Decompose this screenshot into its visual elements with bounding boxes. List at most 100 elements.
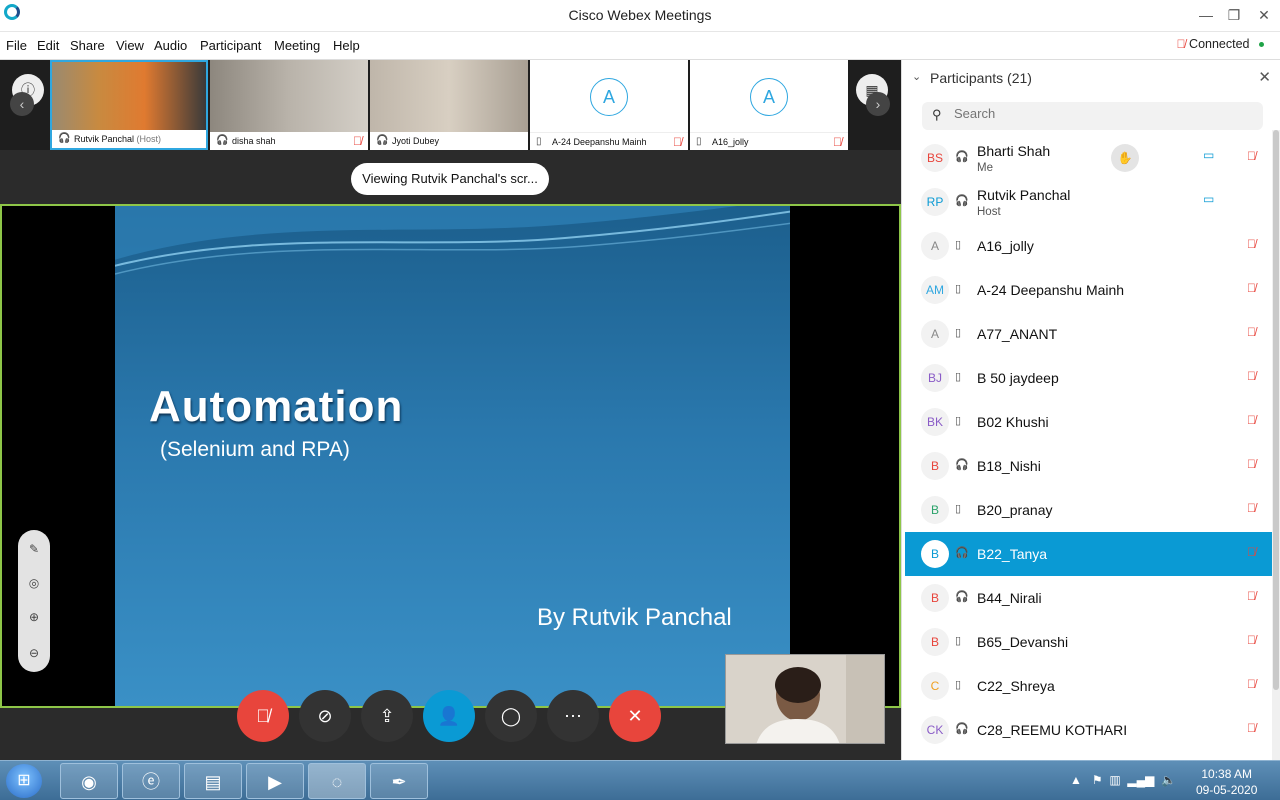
- participant-scrollbar[interactable]: [1272, 130, 1280, 760]
- action-center-icon[interactable]: ⚑: [1092, 773, 1103, 787]
- mic-muted-icon[interactable]: 🎙̸: [1247, 237, 1256, 251]
- participant-row[interactable]: A ▯ A16_jolly 🎙̸: [905, 224, 1273, 268]
- video-thumbnail-strip: ⓘ ‹ 🎧 Rutvik Panchal (Host) 🎧 disha shah…: [0, 60, 901, 150]
- mic-muted-icon[interactable]: 🎙̸: [1247, 369, 1256, 383]
- annotate-pen-icon[interactable]: ✎: [18, 542, 50, 556]
- menu-audio[interactable]: Audio: [154, 38, 187, 53]
- collapse-chevron-icon[interactable]: ⌄: [912, 70, 921, 83]
- search-input[interactable]: [954, 106, 1234, 121]
- participant-avatar: BK: [921, 408, 949, 436]
- more-icon: ⋯: [564, 706, 582, 726]
- mic-muted-icon[interactable]: 🎙̸: [1247, 281, 1256, 295]
- slide-byline: By Rutvik Panchal: [537, 604, 732, 631]
- chat-button[interactable]: ◯: [485, 690, 537, 742]
- meeting-stage: ⓘ ‹ 🎧 Rutvik Panchal (Host) 🎧 disha shah…: [0, 60, 901, 760]
- mute-button[interactable]: 🎙̸: [237, 690, 289, 742]
- remote-control-icon[interactable]: ◎: [18, 576, 50, 590]
- participant-avatar: RP: [921, 188, 949, 216]
- zoom-out-icon[interactable]: ⊖: [18, 646, 50, 660]
- participant-row[interactable]: RP 🎧 Rutvik Panchal Host ▭: [905, 180, 1273, 224]
- menu-share[interactable]: Share: [70, 38, 105, 53]
- ie-taskbar-icon[interactable]: ⓔ: [122, 763, 180, 799]
- participant-row[interactable]: BK ▯ B02 Khushi 🎙̸: [905, 400, 1273, 444]
- video-thumbnail[interactable]: A ▯ A16_jolly 🎙̸: [690, 60, 848, 150]
- participant-avatar: A: [921, 232, 949, 260]
- viewing-share-pill[interactable]: Viewing Rutvik Panchal's scr...: [351, 163, 549, 195]
- participant-row[interactable]: B ▯ B20_pranay 🎙̸: [905, 488, 1273, 532]
- thumbnail-label: 🎧 Jyoti Dubey: [370, 132, 528, 150]
- show-hidden-icons-icon[interactable]: ▲: [1070, 773, 1082, 787]
- mic-muted-icon[interactable]: 🎙̸: [1247, 545, 1256, 559]
- participant-row[interactable]: B 🎧 B44_Nirali 🎙̸: [905, 576, 1273, 620]
- close-panel-icon[interactable]: ✕: [1258, 68, 1271, 86]
- video-button[interactable]: ⊘: [299, 690, 351, 742]
- participant-row[interactable]: BJ ▯ B 50 jaydeep 🎙̸: [905, 356, 1273, 400]
- participant-name: C28_REEMU KOTHARI: [977, 722, 1128, 738]
- start-button[interactable]: ⊞: [6, 764, 42, 798]
- menu-bar: File Edit Share View Audio Participant M…: [0, 32, 1280, 60]
- thumbnail-label: ▯ A-24 Deepanshu Mainh 🎙̸: [530, 132, 688, 150]
- menu-meeting[interactable]: Meeting: [274, 38, 320, 53]
- mic-muted-icon[interactable]: 🎙̸: [1247, 589, 1256, 603]
- media-taskbar-icon[interactable]: ▶: [246, 763, 304, 799]
- menu-file[interactable]: File: [6, 38, 27, 53]
- more-options-button[interactable]: ⋯: [547, 690, 599, 742]
- participant-avatar: B: [921, 584, 949, 612]
- video-thumbnail[interactable]: A ▯ A-24 Deepanshu Mainh 🎙̸: [530, 60, 688, 150]
- scrollbar-thumb[interactable]: [1273, 130, 1279, 690]
- share-icon: ⇪: [379, 706, 395, 726]
- scroll-left-icon[interactable]: ‹: [10, 92, 34, 116]
- mic-muted-icon[interactable]: 🎙̸: [1247, 677, 1256, 691]
- signal-icon[interactable]: ▂▄▆: [1127, 773, 1154, 787]
- participant-avatar: B: [921, 452, 949, 480]
- zoom-in-icon[interactable]: ⊕: [18, 610, 50, 624]
- participant-row[interactable]: B 🎧 B18_Nishi 🎙̸: [905, 444, 1273, 488]
- menu-participant[interactable]: Participant: [200, 38, 261, 53]
- video-thumbnail[interactable]: 🎧 Rutvik Panchal (Host): [50, 60, 208, 150]
- webex-taskbar-icon[interactable]: ◌: [308, 763, 366, 799]
- phone-icon: ▯: [955, 415, 962, 427]
- self-view-person: [726, 655, 884, 743]
- chrome-taskbar-icon[interactable]: ◉: [60, 763, 118, 799]
- volume-icon[interactable]: 🔈: [1161, 773, 1176, 787]
- menu-edit[interactable]: Edit: [37, 38, 59, 53]
- participant-row[interactable]: CK 🎧 C28_REEMU KOTHARI 🎙̸: [905, 708, 1273, 752]
- minimize-button[interactable]: —: [1194, 4, 1218, 26]
- menu-view[interactable]: View: [116, 38, 144, 53]
- scroll-right-icon[interactable]: ›: [866, 92, 890, 116]
- mic-muted-icon[interactable]: 🎙̸: [1247, 413, 1256, 427]
- participant-row[interactable]: BS 🎧 Bharti Shah Me ▭ ✋ 🎙̸: [905, 136, 1273, 180]
- participant-name: B02 Khushi: [977, 414, 1049, 430]
- participant-row[interactable]: B ▯ B65_Devanshi 🎙̸: [905, 620, 1273, 664]
- raise-hand-icon[interactable]: ✋: [1111, 144, 1139, 172]
- slide-wave-decoration: [115, 206, 790, 275]
- participant-row[interactable]: B 🎧 B22_Tanya 🎙̸: [905, 532, 1273, 576]
- mic-muted-icon[interactable]: 🎙̸: [1247, 149, 1256, 163]
- network-icon[interactable]: ▥: [1109, 773, 1120, 787]
- participant-role: Me: [977, 162, 993, 174]
- thumbnail-name: Jyoti Dubey: [392, 136, 440, 146]
- menu-help[interactable]: Help: [333, 38, 360, 53]
- participant-row[interactable]: A ▯ A77_ANANT 🎙̸: [905, 312, 1273, 356]
- mic-muted-icon[interactable]: 🎙̸: [1247, 633, 1256, 647]
- explorer-taskbar-icon[interactable]: ▤: [184, 763, 242, 799]
- connection-status[interactable]: 🎙̸ Connected: [1177, 37, 1264, 51]
- mic-muted-icon[interactable]: 🎙̸: [1247, 457, 1256, 471]
- restore-button[interactable]: ❐: [1222, 4, 1246, 26]
- video-thumbnail[interactable]: 🎧 Jyoti Dubey: [370, 60, 528, 150]
- leave-meeting-button[interactable]: ✕: [609, 690, 661, 742]
- mic-muted-icon: 🎙̸: [256, 706, 270, 726]
- self-view-video[interactable]: [725, 654, 885, 744]
- participant-row[interactable]: C ▯ C22_Shreya 🎙̸: [905, 664, 1273, 708]
- mic-muted-icon[interactable]: 🎙̸: [1247, 721, 1256, 735]
- close-window-button[interactable]: ✕: [1252, 4, 1276, 26]
- participant-row[interactable]: AM ▯ A-24 Deepanshu Mainh 🎙̸: [905, 268, 1273, 312]
- share-button[interactable]: ⇪: [361, 690, 413, 742]
- mic-muted-icon[interactable]: 🎙̸: [1247, 325, 1256, 339]
- thumbnail-name: Rutvik Panchal: [74, 134, 135, 144]
- clock[interactable]: 10:38 AM 09-05-2020: [1196, 766, 1257, 798]
- video-thumbnail[interactable]: 🎧 disha shah 🎙̸: [210, 60, 368, 150]
- participants-button[interactable]: 👤: [423, 690, 475, 742]
- mic-muted-icon[interactable]: 🎙̸: [1247, 501, 1256, 515]
- acrobat-taskbar-icon[interactable]: ✒: [370, 763, 428, 799]
